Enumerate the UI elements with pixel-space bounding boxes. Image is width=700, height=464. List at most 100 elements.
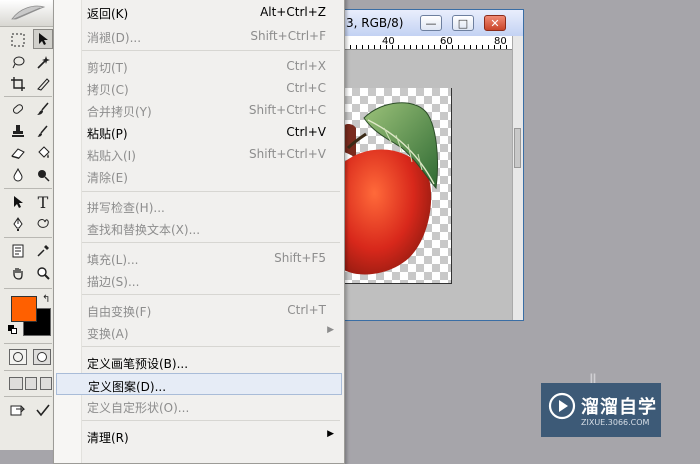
clone-stamp-icon[interactable]	[8, 121, 28, 141]
tools-palette: T ↰	[0, 0, 58, 450]
maximize-button[interactable]: □	[452, 15, 474, 31]
custom-shape-icon[interactable]	[33, 214, 53, 234]
menu-item-purge[interactable]: 清理(R) ▶	[56, 425, 342, 447]
menu-item-clear[interactable]: 清除(E)	[56, 165, 342, 187]
zoom-icon[interactable]	[33, 263, 53, 283]
eraser-icon[interactable]	[8, 143, 28, 163]
menu-item-copy-merged[interactable]: 合并拷贝(Y) Shift+Ctrl+C	[56, 99, 342, 121]
apple-image	[344, 102, 439, 275]
menu-item-define-custom-shape[interactable]: 定义自定形状(O)...	[56, 395, 342, 417]
menu-separator	[82, 294, 340, 295]
type-icon[interactable]: T	[33, 192, 53, 212]
marquee-icon[interactable]	[8, 30, 28, 50]
history-brush-icon[interactable]	[33, 121, 53, 141]
menu-item-paste-into[interactable]: 粘贴入(I) Shift+Ctrl+V	[56, 143, 342, 165]
menu-item-undo[interactable]: 返回(K) Alt+Ctrl+Z	[56, 1, 342, 23]
menu-item-shortcut: Shift+F5	[274, 251, 326, 265]
menu-item-shortcut: Ctrl+C	[286, 81, 326, 95]
menu-item-copy[interactable]: 拷贝(C) Ctrl+C	[56, 77, 342, 99]
menu-item-label: 拼写检查(H)...	[87, 201, 165, 215]
crop-icon[interactable]	[8, 74, 28, 94]
watermark-url: ZIXUE.3066.COM	[581, 418, 650, 427]
slice-icon[interactable]	[33, 74, 53, 94]
menu-item-label: 拷贝(C)	[87, 83, 129, 97]
notes-icon[interactable]	[8, 241, 28, 261]
submenu-arrow-icon: ▶	[327, 325, 334, 335]
menu-separator	[82, 191, 340, 192]
menu-item-label: 粘贴入(I)	[87, 149, 136, 163]
palette-header	[0, 0, 57, 27]
menu-item-define-pattern[interactable]: 定义图案(D)...	[56, 373, 342, 395]
healing-brush-icon[interactable]	[8, 99, 28, 119]
canvas-area[interactable]	[344, 50, 514, 320]
watermark-badge: 溜溜自学 ZIXUE.3066.COM	[541, 383, 661, 437]
hand-icon[interactable]	[8, 263, 28, 283]
default-colors-icon[interactable]	[8, 325, 17, 334]
menu-item-label: 定义自定形状(O)...	[87, 401, 190, 415]
menu-item-label: 描边(S)...	[87, 275, 140, 289]
magic-wand-icon[interactable]	[33, 52, 53, 72]
menu-item-label: 定义画笔预设(B)...	[87, 357, 189, 371]
menu-item-shortcut: Alt+Ctrl+Z	[260, 5, 326, 19]
menu-item-define-brush[interactable]: 定义画笔预设(B)...	[56, 351, 342, 373]
checkmark-icon[interactable]	[33, 400, 53, 420]
foreground-color-swatch[interactable]	[11, 296, 37, 322]
paint-bucket-icon[interactable]	[33, 143, 53, 163]
menu-item-shortcut: Ctrl+T	[287, 303, 326, 317]
menu-item-label: 剪切(T)	[87, 61, 128, 75]
standard-mode-button[interactable]	[9, 349, 27, 365]
menu-item-fill[interactable]: 填充(L)... Shift+F5	[56, 247, 342, 269]
lasso-icon[interactable]	[8, 52, 28, 72]
pen-icon[interactable]	[8, 214, 28, 234]
menu-item-label: 查找和替换文本(X)...	[87, 223, 201, 237]
document-title-bar[interactable]: 3, RGB/8) — □ ✕	[344, 10, 523, 36]
blur-icon[interactable]	[8, 165, 28, 185]
menu-item-shortcut: Ctrl+X	[286, 59, 326, 73]
brush-icon[interactable]	[33, 99, 53, 119]
menu-separator	[82, 346, 340, 347]
menu-item-label: 返回(K)	[87, 7, 129, 21]
full-screen-menu-mode-button[interactable]	[25, 377, 37, 390]
menu-item-label: 自由变换(F)	[87, 305, 152, 319]
menu-item-transform[interactable]: 变换(A) ▶	[56, 321, 342, 343]
menu-item-shortcut: Shift+Ctrl+F	[250, 29, 326, 43]
edit-menu: 返回(K) Alt+Ctrl+Z 消褪(D)... Shift+Ctrl+F 剪…	[53, 0, 345, 464]
move-icon[interactable]	[33, 29, 53, 49]
menu-item-label: 清理(R)	[87, 431, 129, 445]
quick-mask-mode-button[interactable]	[33, 349, 51, 365]
full-screen-mode-button[interactable]	[40, 377, 52, 390]
menu-item-stroke[interactable]: 描边(S)...	[56, 269, 342, 291]
horizontal-ruler: 40 60 80	[344, 36, 514, 50]
menu-item-fade[interactable]: 消褪(D)... Shift+Ctrl+F	[56, 25, 342, 47]
vertical-scrollbar[interactable]	[512, 36, 523, 320]
standard-screen-mode-button[interactable]	[9, 377, 23, 390]
dodge-icon[interactable]	[33, 165, 53, 185]
menu-item-paste[interactable]: 粘贴(P) Ctrl+V	[56, 121, 342, 143]
menu-item-label: 清除(E)	[87, 171, 128, 185]
document-window[interactable]: 3, RGB/8) — □ ✕ 40 60 80	[343, 9, 524, 321]
menu-separator	[82, 420, 340, 421]
jump-to-imageready-icon[interactable]	[8, 400, 28, 420]
path-selection-icon[interactable]	[8, 192, 28, 212]
menu-item-find-replace[interactable]: 查找和替换文本(X)...	[56, 217, 342, 239]
eyedropper-icon[interactable]	[33, 241, 53, 261]
submenu-arrow-icon: ▶	[327, 429, 334, 439]
scrollbar-thumb[interactable]	[514, 128, 521, 168]
menu-item-shortcut: Shift+Ctrl+V	[249, 147, 326, 161]
minimize-button[interactable]: —	[420, 15, 442, 31]
menu-separator	[82, 50, 340, 51]
play-logo-icon	[548, 392, 576, 420]
menu-item-label: 定义图案(D)...	[88, 380, 167, 394]
menu-item-free-transform[interactable]: 自由变换(F) Ctrl+T	[56, 299, 342, 321]
menu-item-label: 消褪(D)...	[87, 31, 142, 45]
menu-item-label: 合并拷贝(Y)	[87, 105, 152, 119]
swap-colors-icon[interactable]: ↰	[42, 294, 50, 305]
menu-item-label: 填充(L)...	[87, 253, 139, 267]
menu-item-label: 变换(A)	[87, 327, 129, 341]
feather-logo-icon	[11, 5, 46, 20]
menu-item-cut[interactable]: 剪切(T) Ctrl+X	[56, 55, 342, 77]
menu-item-check-spelling[interactable]: 拼写检查(H)...	[56, 195, 342, 217]
menu-item-shortcut: Ctrl+V	[286, 125, 326, 139]
close-button[interactable]: ✕	[484, 15, 506, 31]
document-title: 3, RGB/8)	[346, 16, 404, 30]
